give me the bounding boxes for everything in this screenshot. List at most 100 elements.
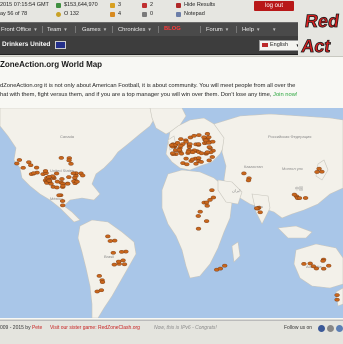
team-marker[interactable]	[191, 133, 197, 138]
team-marker[interactable]	[33, 165, 40, 170]
author-link[interactable]: Pete	[32, 325, 42, 331]
team-marker[interactable]	[184, 162, 190, 167]
team-marker[interactable]	[199, 151, 205, 156]
team-marker[interactable]	[196, 133, 202, 137]
team-marker[interactable]	[326, 263, 332, 268]
team-marker[interactable]	[241, 171, 247, 176]
hide-results-button[interactable]: Hide Results	[176, 2, 215, 9]
team-marker[interactable]	[46, 175, 52, 179]
team-marker[interactable]	[178, 137, 184, 141]
team-marker[interactable]	[183, 156, 189, 161]
team-marker[interactable]	[189, 157, 196, 162]
team-marker[interactable]	[209, 188, 215, 192]
team-marker[interactable]	[301, 262, 307, 266]
team-marker[interactable]	[314, 170, 320, 174]
team-marker[interactable]	[42, 169, 49, 173]
team-marker[interactable]	[46, 178, 52, 183]
team-marker[interactable]	[334, 297, 340, 302]
nav-team[interactable]: Team ▼	[47, 23, 68, 36]
team-marker[interactable]	[217, 266, 224, 271]
team-marker[interactable]	[72, 175, 78, 180]
team-marker[interactable]	[53, 171, 60, 176]
nav-forum[interactable]: Forum ▼	[206, 23, 229, 36]
team-marker[interactable]	[60, 203, 66, 208]
friends-stat[interactable]: 2	[142, 2, 153, 9]
team-marker[interactable]	[206, 135, 212, 140]
redzone-action-logo[interactable]: Red Act	[298, 0, 343, 60]
team-marker[interactable]	[254, 206, 260, 211]
team-marker[interactable]	[54, 179, 61, 184]
team-marker[interactable]	[107, 239, 113, 243]
sister-game-link[interactable]: RedZoneClash.org	[98, 325, 140, 331]
team-marker[interactable]	[96, 274, 102, 278]
team-marker[interactable]	[120, 258, 126, 263]
notepad-button[interactable]: Notepad	[176, 11, 205, 18]
nav-chronicles[interactable]: Chronicles ▼	[118, 23, 152, 36]
team-marker[interactable]	[195, 226, 202, 231]
team-marker[interactable]	[54, 185, 60, 190]
team-marker[interactable]	[58, 156, 64, 160]
team-marker[interactable]	[31, 171, 37, 175]
team-marker[interactable]	[121, 262, 128, 267]
team-marker[interactable]	[320, 259, 326, 263]
team-marker[interactable]	[201, 135, 207, 140]
team-marker[interactable]	[206, 158, 212, 163]
team-marker[interactable]	[245, 178, 252, 183]
team-marker[interactable]	[204, 131, 211, 136]
team-marker[interactable]	[70, 171, 76, 176]
messages-stat[interactable]: 3	[110, 2, 121, 9]
nav-more[interactable]: ▼	[270, 23, 276, 36]
team-marker[interactable]	[193, 161, 199, 166]
team-marker[interactable]	[56, 193, 62, 198]
share-icon[interactable]	[336, 325, 343, 332]
team-marker[interactable]	[257, 210, 263, 215]
team-marker[interactable]	[210, 195, 217, 200]
team-marker[interactable]	[291, 192, 298, 197]
nav-front-office[interactable]: Front Office ▼	[1, 23, 38, 36]
team-marker[interactable]	[204, 204, 210, 208]
team-marker[interactable]	[198, 160, 204, 164]
team-name[interactable]: Drinkers United	[2, 36, 50, 54]
team-marker[interactable]	[48, 182, 54, 186]
nav-help[interactable]: Help ▼	[242, 23, 260, 36]
team-marker[interactable]	[105, 234, 111, 239]
team-marker[interactable]	[59, 177, 65, 181]
team-marker[interactable]	[65, 181, 71, 186]
team-marker[interactable]	[334, 293, 340, 297]
team-marker[interactable]	[310, 264, 317, 269]
facebook-icon[interactable]	[318, 325, 325, 332]
team-marker[interactable]	[196, 156, 202, 160]
team-marker[interactable]	[59, 199, 66, 203]
team-marker[interactable]	[112, 238, 118, 243]
team-marker[interactable]	[60, 184, 66, 188]
team-marker[interactable]	[296, 196, 303, 200]
team-marker[interactable]	[204, 150, 211, 155]
team-marker[interactable]	[303, 196, 309, 200]
team-marker[interactable]	[66, 175, 72, 179]
team-marker[interactable]	[98, 288, 105, 292]
team-marker[interactable]	[175, 141, 181, 145]
team-marker[interactable]	[316, 166, 322, 171]
alerts-stat[interactable]: 4	[110, 11, 121, 18]
team-marker[interactable]	[307, 261, 313, 266]
team-marker[interactable]	[111, 262, 117, 267]
team-marker[interactable]	[204, 200, 210, 205]
team-marker[interactable]	[26, 160, 32, 165]
team-marker[interactable]	[80, 173, 86, 178]
team-marker[interactable]	[319, 169, 325, 174]
team-marker[interactable]	[66, 158, 72, 163]
team-marker[interactable]	[178, 151, 185, 156]
team-marker[interactable]	[195, 142, 202, 146]
team-marker[interactable]	[187, 142, 193, 146]
team-marker[interactable]	[190, 150, 196, 155]
team-marker[interactable]	[222, 263, 228, 268]
team-marker[interactable]	[169, 143, 175, 148]
team-marker[interactable]	[110, 250, 116, 255]
o-stat[interactable]: O 132	[56, 11, 79, 18]
team-marker[interactable]	[16, 158, 23, 162]
team-marker[interactable]	[206, 140, 212, 145]
team-marker[interactable]	[170, 151, 176, 156]
team-marker[interactable]	[119, 250, 125, 254]
team-marker[interactable]	[209, 155, 215, 159]
team-marker[interactable]	[321, 266, 327, 271]
